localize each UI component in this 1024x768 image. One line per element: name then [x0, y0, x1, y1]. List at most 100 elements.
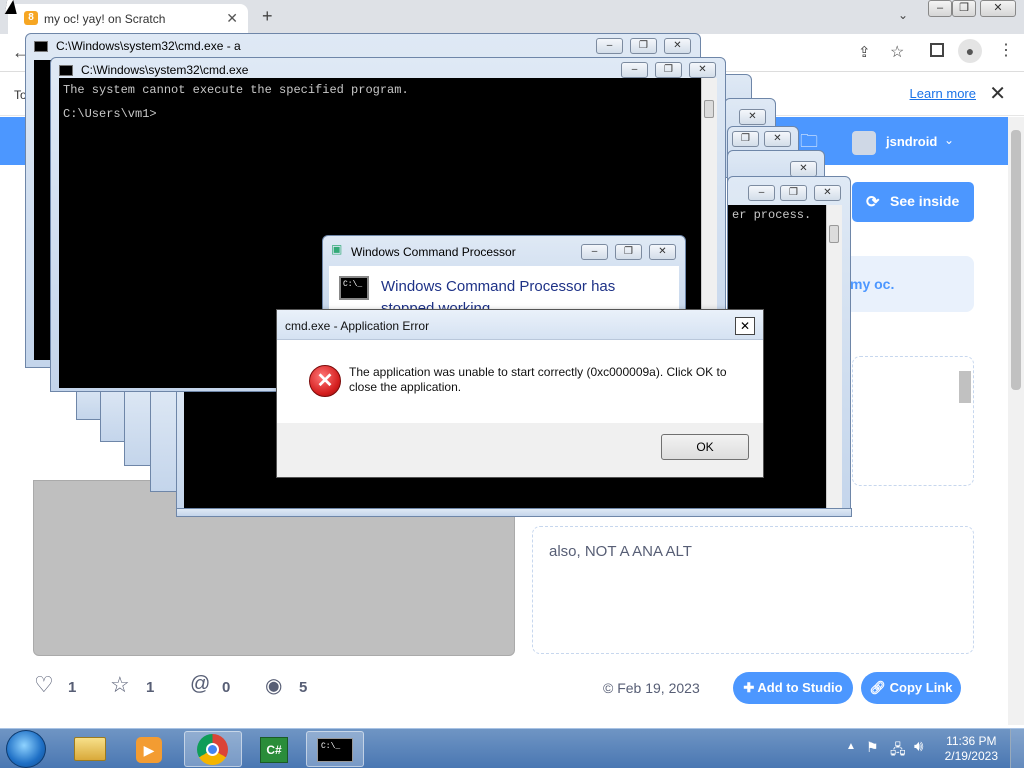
stack-5-close-button[interactable]: ✕	[814, 185, 841, 201]
see-inside-label: See inside	[890, 193, 960, 209]
username[interactable]: jsndroid	[886, 134, 937, 149]
copy-link-button[interactable]: 🔗︎ Copy Link	[861, 672, 961, 704]
cmd-front-title: C:\Windows\system32\cmd.exe	[81, 63, 249, 77]
link-icon: 🔗︎	[869, 680, 890, 695]
cmd-taskbar-button[interactable]: C:\_	[306, 731, 364, 767]
stack-5-console-text: er process.	[732, 208, 812, 222]
wcp-title: Windows Command Processor	[351, 245, 516, 259]
love-heart-icon[interactable]: ♡	[34, 672, 54, 698]
menu-dots-icon[interactable]: ⋮	[998, 40, 1014, 60]
new-tab-button[interactable]: +	[262, 6, 273, 27]
wcp-minimize-button[interactable]: –	[581, 244, 608, 260]
folder-taskbar-icon	[74, 737, 106, 761]
add-to-studio-button[interactable]: ✚ Add to Studio	[733, 672, 853, 704]
app-error-title: cmd.exe - Application Error	[285, 319, 430, 333]
chevron-down-icon[interactable]: ⌄	[898, 8, 908, 22]
notes-credits-text: also, NOT A ANA ALT	[549, 543, 692, 560]
stack-3-close-button[interactable]: ✕	[764, 131, 791, 147]
close-window-button[interactable]: ✕	[980, 0, 1016, 17]
cmd-back-close-button[interactable]: ✕	[664, 38, 691, 54]
taskbar: ▶ C# C:\_ ▲ ⚑ 🖧︎ 🔊︎ 11:36 PM 2/19/2023	[0, 728, 1024, 768]
minimize-button[interactable]: –	[928, 0, 952, 17]
app-error-titlebar: cmd.exe - Application Error	[277, 310, 763, 340]
instructions-box: my oc.	[840, 256, 974, 312]
bookmark-star-icon[interactable]: ☆	[890, 42, 904, 62]
wcp-restore-button[interactable]: ❐	[615, 244, 642, 260]
app-error-message: The application was unable to start corr…	[349, 365, 727, 394]
mouse-cursor-icon	[4, 0, 20, 14]
cmd-back-restore-button[interactable]: ❐	[630, 38, 657, 54]
tab-bar: 8 my oc! yay! on Scratch ✕ + ⌄ – ❐ ✕	[0, 0, 1024, 34]
tab-title: my oc! yay! on Scratch	[44, 12, 166, 26]
see-inside-button[interactable]: ⟳ See inside	[852, 182, 974, 222]
chrome-taskbar-button[interactable]	[184, 731, 242, 767]
cmd-bottom-scrollbar[interactable]	[826, 380, 842, 508]
stack-5-minimize-button[interactable]: –	[748, 185, 775, 201]
console-line-1: The system cannot execute the specified …	[63, 83, 409, 97]
browser-tab[interactable]: 8 my oc! yay! on Scratch ✕	[8, 4, 248, 34]
volume-icon[interactable]: 🔊︎	[914, 738, 923, 755]
infobar-close-icon[interactable]: ✕	[989, 81, 1006, 106]
profile-avatar-icon[interactable]: ●	[958, 39, 982, 63]
show-desktop-button[interactable]	[1010, 729, 1024, 768]
show-hidden-icons-icon[interactable]: ▲	[846, 741, 856, 752]
cmd-front-close-button[interactable]: ✕	[689, 62, 716, 78]
cmd-back-icon	[34, 41, 48, 52]
csharp-icon: C#	[260, 737, 288, 763]
see-inside-icon: ⟳	[866, 194, 880, 211]
stack-2-close-button[interactable]: ✕	[739, 109, 766, 125]
cmd-back-title: C:\Windows\system32\cmd.exe - a	[56, 39, 241, 53]
loves-count: 1	[68, 679, 77, 696]
app-error-dialog[interactable]: cmd.exe - Application Error ✕ ✕ The appl…	[276, 309, 764, 478]
explorer-taskbar-button[interactable]	[62, 731, 120, 767]
plus-icon: ✚	[743, 680, 758, 695]
favorite-star-icon[interactable]: ☆	[110, 672, 130, 698]
wcp-close-button[interactable]: ✕	[649, 244, 676, 260]
shared-date-text: Feb 19, 2023	[617, 680, 700, 696]
action-center-flag-icon[interactable]: ⚑	[866, 739, 879, 756]
cmd-taskbar-icon: C:\_	[317, 738, 353, 762]
stack-4-close-button[interactable]: ✕	[790, 161, 817, 177]
csharp-taskbar-button[interactable]: C#	[246, 731, 304, 767]
cmd-front-restore-button[interactable]: ❐	[655, 62, 682, 78]
learn-more-link[interactable]: Learn more	[910, 86, 976, 101]
shared-date: © Feb 19, 2023	[603, 680, 700, 696]
description-scroll-thumb[interactable]	[959, 371, 971, 403]
cmd-large-icon: C:\_	[339, 276, 369, 300]
clock-time: 11:36 PM	[946, 734, 997, 748]
cmd-front-scroll-thumb[interactable]	[704, 100, 714, 118]
network-icon[interactable]: 🖧︎	[890, 739, 906, 763]
views-count: 5	[299, 679, 308, 696]
page-scroll-thumb[interactable]	[1011, 130, 1021, 390]
desktop-screen: 8 my oc! yay! on Scratch ✕ + ⌄ – ❐ ✕ ← ⇪…	[0, 0, 1024, 768]
copy-link-label: Copy Link	[889, 680, 953, 695]
start-button[interactable]	[6, 730, 46, 768]
side-panel-icon[interactable]	[930, 43, 944, 57]
stack-3-restore-button[interactable]: ❐	[732, 131, 759, 147]
clock-date: 2/19/2023	[944, 749, 998, 763]
remix-spiral-icon: @	[190, 673, 211, 695]
app-error-close-button[interactable]: ✕	[735, 317, 755, 335]
ok-button[interactable]: OK	[661, 434, 749, 460]
user-menu-chevron-icon[interactable]: ⌄	[944, 133, 954, 147]
cmd-front-icon	[59, 65, 73, 76]
user-avatar[interactable]	[852, 131, 876, 155]
remixes-count: 0	[222, 679, 231, 696]
console-line-2: C:\Users\vm1>	[63, 107, 157, 121]
system-clock[interactable]: 11:36 PM 2/19/2023	[945, 734, 998, 764]
description-box[interactable]	[852, 356, 974, 486]
cmd-back-minimize-button[interactable]: –	[596, 38, 623, 54]
scratch-favicon-icon: 8	[24, 11, 38, 25]
restore-button[interactable]: ❐	[952, 0, 976, 17]
close-tab-icon[interactable]: ✕	[226, 10, 238, 27]
error-x-icon: ✕	[309, 365, 341, 397]
cmd-bottom-frame	[176, 508, 852, 517]
notes-credits-box[interactable]: also, NOT A ANA ALT	[532, 526, 974, 654]
stack-5-restore-button[interactable]: ❐	[780, 185, 807, 201]
media-player-taskbar-button[interactable]: ▶	[122, 731, 180, 767]
cmd-front-minimize-button[interactable]: –	[621, 62, 648, 78]
wcp-icon: ▣	[331, 242, 343, 256]
stack-5-scroll-thumb[interactable]	[829, 225, 839, 243]
chrome-icon-center	[206, 743, 219, 756]
share-icon[interactable]: ⇪	[858, 43, 871, 61]
